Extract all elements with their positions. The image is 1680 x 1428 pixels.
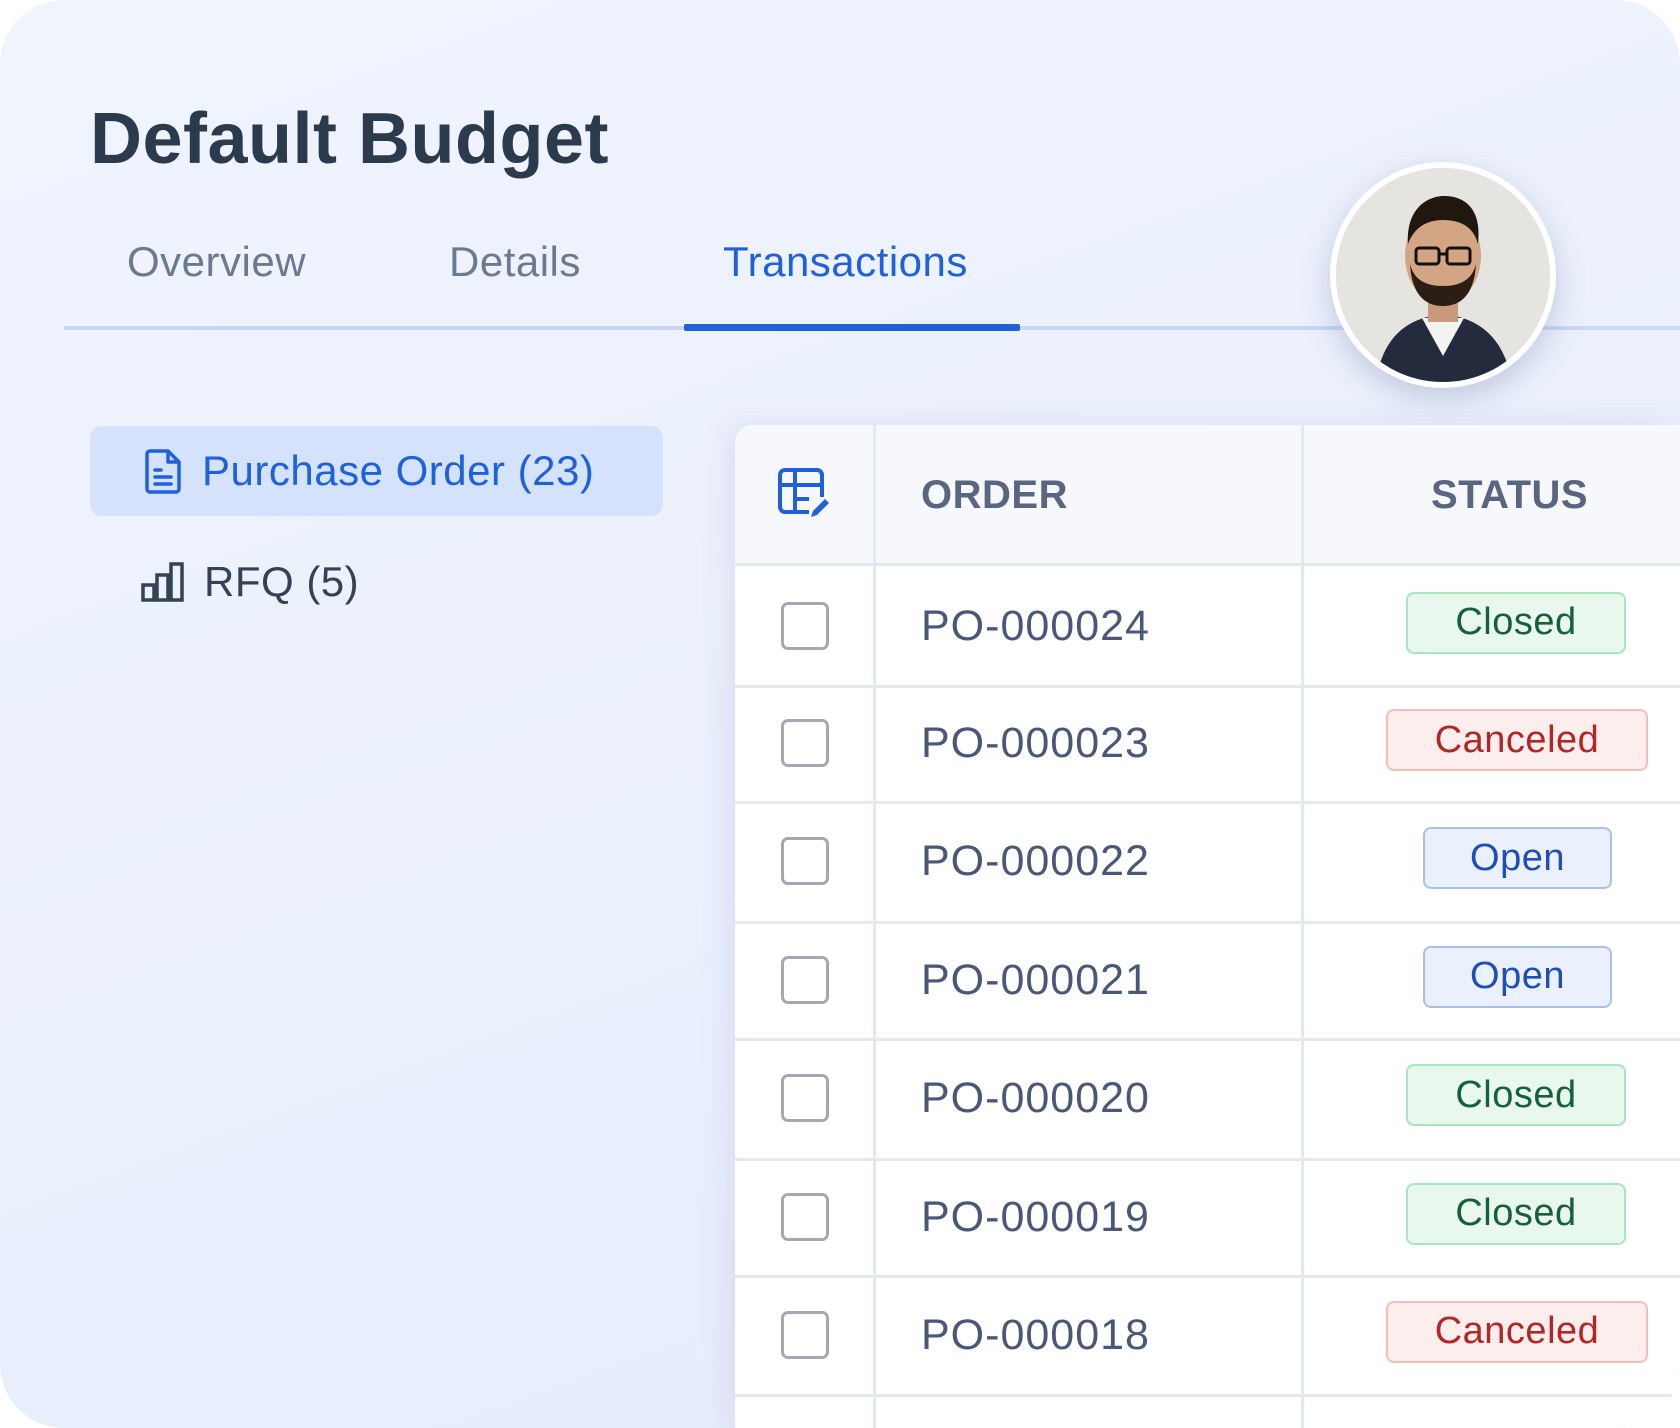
table-row[interactable]: PO-000023 Canceled xyxy=(735,685,1680,804)
avatar[interactable] xyxy=(1330,162,1556,388)
row-checkbox[interactable] xyxy=(781,1310,829,1359)
order-number[interactable]: PO-000018 xyxy=(921,1311,1150,1360)
order-number[interactable]: PO-000022 xyxy=(921,837,1150,886)
status-badge: Canceled xyxy=(1386,1300,1648,1363)
column-header-order[interactable]: ORDER xyxy=(921,473,1068,518)
row-checkbox[interactable] xyxy=(781,837,829,885)
table-row xyxy=(735,1394,1680,1428)
status-badge: Closed xyxy=(1406,1182,1626,1245)
row-checkbox[interactable] xyxy=(781,1074,829,1122)
table-row[interactable]: PO-000019 Closed xyxy=(735,1158,1680,1278)
table-row[interactable]: PO-000020 Closed xyxy=(735,1038,1680,1161)
active-tab-indicator xyxy=(684,324,1020,331)
tab-transactions[interactable]: Transactions xyxy=(723,238,968,286)
table-edit-icon[interactable] xyxy=(777,467,831,526)
page-title: Default Budget xyxy=(90,99,609,179)
sidebar-item-purchase-order[interactable]: Purchase Order (23) xyxy=(90,426,663,516)
status-badge: Open xyxy=(1423,945,1612,1008)
tab-overview[interactable]: Overview xyxy=(127,238,306,286)
column-divider xyxy=(873,425,876,1428)
order-number[interactable]: PO-000023 xyxy=(921,719,1150,768)
budget-card: Default Budget Overview Details Transact… xyxy=(0,0,1680,1428)
row-checkbox[interactable] xyxy=(781,955,829,1004)
sidebar-item-label: Purchase Order (23) xyxy=(202,447,595,494)
order-number[interactable]: PO-000020 xyxy=(921,1074,1150,1123)
table-header: ORDER STATUS xyxy=(735,425,1680,566)
sidebar-item-rfq[interactable]: RFQ (5) xyxy=(140,552,359,612)
status-badge: Canceled xyxy=(1386,709,1648,771)
table-row[interactable]: PO-000021 Open xyxy=(735,921,1680,1041)
sidebar-item-label: RFQ (5) xyxy=(204,558,360,605)
column-divider xyxy=(1301,425,1304,1428)
table-row[interactable]: PO-000018 Canceled xyxy=(735,1275,1680,1397)
status-badge: Closed xyxy=(1406,1064,1626,1126)
bar-chart-icon xyxy=(140,561,186,603)
row-checkbox[interactable] xyxy=(781,1192,829,1241)
order-number[interactable]: PO-000024 xyxy=(921,602,1150,651)
row-checkbox[interactable] xyxy=(781,719,829,767)
tab-details[interactable]: Details xyxy=(449,238,581,286)
document-icon xyxy=(144,448,184,494)
row-checkbox[interactable] xyxy=(781,601,829,650)
order-number[interactable]: PO-000019 xyxy=(921,1193,1150,1242)
user-avatar-image xyxy=(1336,168,1550,382)
order-number[interactable]: PO-000021 xyxy=(921,956,1150,1005)
transactions-table: ORDER STATUS PO-000024 Closed PO-000023 Can… xyxy=(735,425,1680,1428)
status-badge: Open xyxy=(1423,827,1612,889)
table-row[interactable]: PO-000024 Closed xyxy=(735,566,1680,688)
status-badge: Closed xyxy=(1406,591,1626,654)
column-header-status[interactable]: STATUS xyxy=(1431,473,1588,518)
table-row[interactable]: PO-000022 Open xyxy=(735,801,1680,924)
